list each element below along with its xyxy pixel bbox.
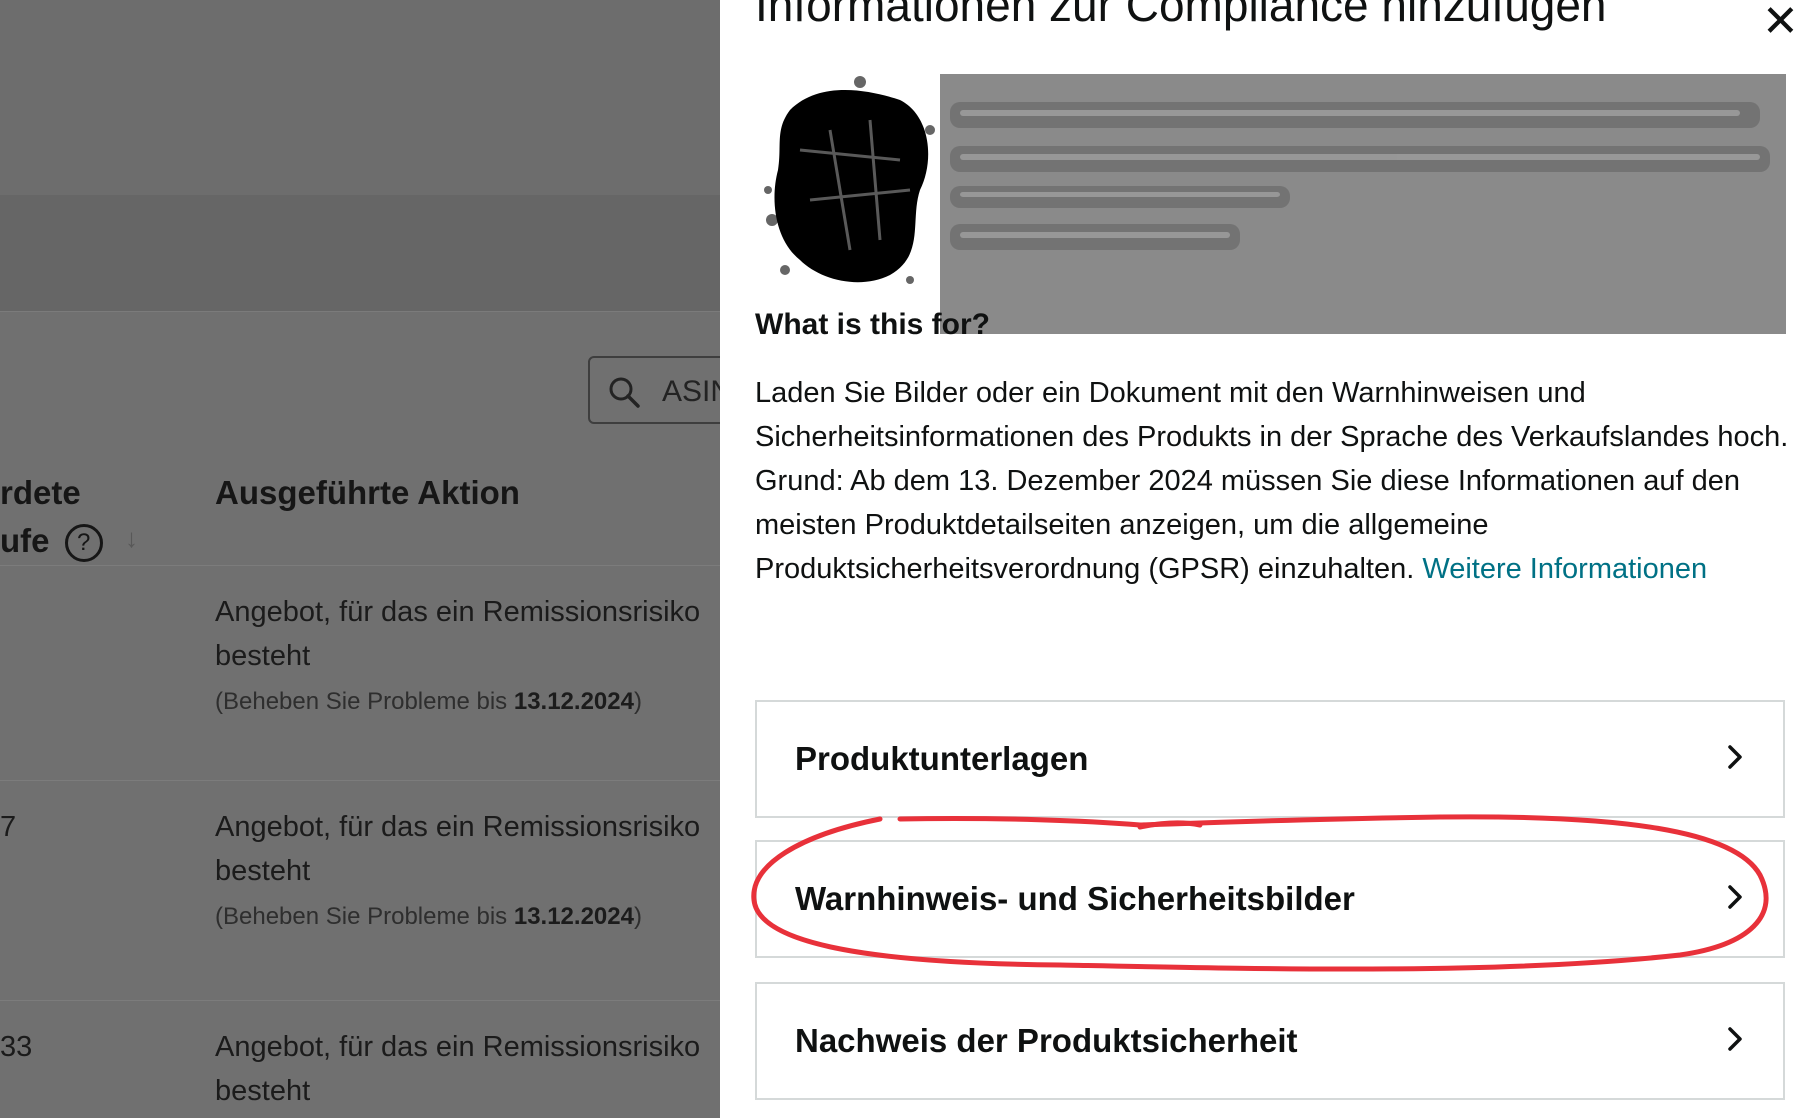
what-is-this-heading: What is this for? [755,308,990,341]
table-row-action-cont: besteht [215,1075,311,1107]
row-divider [0,1000,720,1001]
section-product-safety-proof[interactable]: Nachweis der Produktsicherheit [755,982,1785,1100]
table-row-action-cont: besteht [215,640,311,672]
table-row-action: Angebot, für das ein Remissionsrisiko [215,596,701,628]
section-label: Nachweis der Produktsicherheit [795,1022,1298,1059]
redaction-box [940,74,1786,334]
description-paragraph: Laden Sie Bilder oder ein Dokument mit d… [755,377,1789,453]
table-row-due: (Beheben Sie Probleme bis 13.12.2024) [215,903,642,930]
column-header-partial-line2: ufe ? [0,522,103,563]
close-icon[interactable]: ✕ [1762,0,1799,47]
chevron-right-icon [1728,745,1742,769]
column-header-action: Ausgeführte Aktion [215,474,520,511]
description-reason: Grund: Ab dem 13. Dezember 2024 müssen S… [755,465,1740,585]
table-row-action: Angebot, für das ein Remissionsrisiko [215,811,701,843]
table-row-id-partial: 33 [0,1031,33,1063]
compliance-side-panel: Informationen zur Compliance hinzufügen … [720,0,1802,1118]
more-info-link[interactable]: Weitere Informationen [1422,553,1707,585]
filter-bar [0,195,720,312]
table-row-action-cont: besteht [215,855,311,887]
search-icon [609,377,640,408]
background-page: ASIN rdete ufe ? ↓ Ausgeführte Aktion An… [0,0,720,1118]
header-area [0,0,720,195]
chevron-right-icon [1728,1027,1742,1051]
table-row-id-partial: 7 [0,811,17,843]
help-icon[interactable]: ? [64,524,103,563]
table-row-due: (Beheben Sie Probleme bis 13.12.2024) [215,688,642,715]
section-label: Warnhinweis- und Sicherheitsbilder [795,880,1355,917]
panel-description: Laden Sie Bilder oder ein Dokument mit d… [755,371,1795,591]
column-header-partial-line1: rdete [0,474,81,511]
search-placeholder: ASIN [662,375,720,408]
section-label: Produktunterlagen [795,740,1089,777]
row-divider [0,565,720,566]
redaction-scribble [764,76,935,284]
sort-arrow-icon[interactable]: ↓ [125,523,138,554]
panel-title: Informationen zur Compliance hinzufügen [755,0,1607,31]
section-warning-safety-images[interactable]: Warnhinweis- und Sicherheitsbilder [755,840,1785,958]
section-product-documents[interactable]: Produktunterlagen [755,700,1785,818]
row-divider [0,780,720,781]
chevron-right-icon [1728,885,1742,909]
table-row-action: Angebot, für das ein Remissionsrisiko [215,1031,701,1063]
search-box[interactable]: ASIN [588,356,720,424]
